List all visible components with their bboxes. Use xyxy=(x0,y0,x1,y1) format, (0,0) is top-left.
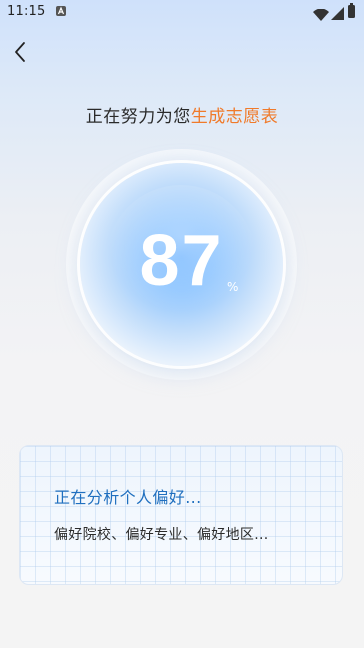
heading-prefix: 正在努力为您 xyxy=(85,107,191,127)
analysis-status-card: 正在分析个人偏好... 偏好院校、偏好专业、偏好地区... xyxy=(19,445,343,585)
heading-highlight: 生成志愿表 xyxy=(190,107,279,127)
analysis-title: 正在分析个人偏好... xyxy=(54,488,202,507)
status-time: 11:15 xyxy=(7,4,46,19)
analysis-subtitle: 偏好院校、偏好专业、偏好地区... xyxy=(54,527,269,543)
page-heading: 正在努力为您生成志愿表 xyxy=(0,102,364,127)
a-notification-icon xyxy=(56,6,66,16)
orb-body: 87 % xyxy=(80,163,283,366)
progress-value: 87 xyxy=(139,221,224,301)
status-bar: 11:15 xyxy=(0,0,364,24)
back-button[interactable] xyxy=(6,38,34,66)
progress-orb: 87 % xyxy=(66,149,297,380)
chevron-left-icon xyxy=(6,38,34,66)
progress-unit: % xyxy=(227,280,239,294)
battery-icon xyxy=(348,3,355,18)
cell-signal-icon xyxy=(331,5,344,24)
wifi-icon xyxy=(313,6,329,25)
